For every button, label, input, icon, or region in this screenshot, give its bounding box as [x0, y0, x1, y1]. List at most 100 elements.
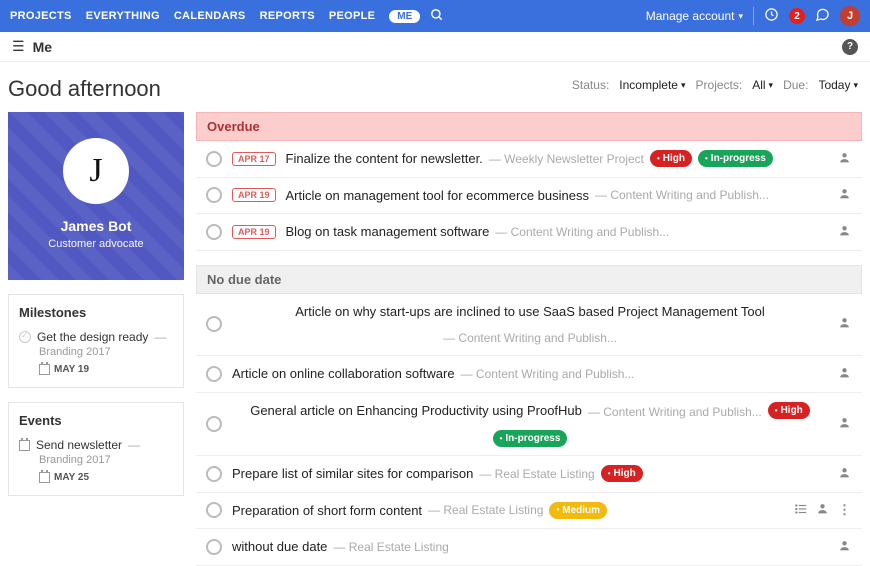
task-title: Prepare list of similar sites for compar… [232, 464, 473, 484]
task-due-pill: APR 19 [232, 225, 276, 239]
task-project: — Content Writing and Publish... [588, 403, 762, 421]
task-project: — Weekly Newsletter Project [489, 150, 644, 168]
nav-reports[interactable]: REPORTS [260, 10, 315, 22]
manage-account-dropdown[interactable]: Manage account▾ [646, 9, 743, 23]
assignee-icon[interactable] [838, 366, 852, 382]
task-checkbox[interactable] [206, 416, 222, 432]
filter-status-label: Status: [572, 78, 609, 92]
assignee-icon[interactable] [838, 466, 852, 482]
milestone-project: Branding 2017 [39, 346, 173, 358]
priority-medium-tag: Medium [549, 502, 607, 519]
task-project: — Content Writing and Publish... [461, 365, 635, 383]
menu-icon[interactable]: ☰ [12, 38, 25, 55]
assignee-icon[interactable] [816, 502, 830, 519]
profile-name: James Bot [18, 218, 174, 234]
nav-projects[interactable]: PROJECTS [10, 10, 72, 22]
nav-people[interactable]: PEOPLE [329, 10, 375, 22]
task-row[interactable]: APR 19 Article on management tool for ec… [196, 178, 862, 215]
nav-me-badge[interactable]: ME [389, 10, 420, 23]
event-item[interactable]: Send newsletter — Branding 2017 MAY 25 [19, 438, 173, 483]
milestone-date: MAY 19 [54, 364, 89, 375]
priority-high-tag: High [601, 465, 643, 482]
calendar-icon [39, 472, 50, 483]
task-row[interactable]: Article on why start-ups are inclined to… [196, 294, 862, 357]
task-due-pill: APR 19 [232, 188, 276, 202]
filter-due-label: Due: [783, 78, 808, 92]
nav-everything[interactable]: EVERYTHING [86, 10, 160, 22]
chevron-down-icon: ▾ [681, 80, 686, 91]
task-due-pill: APR 17 [232, 152, 276, 166]
task-row[interactable]: General article on Enhancing Productivit… [196, 393, 862, 457]
filter-status[interactable]: Incomplete▾ [619, 78, 685, 92]
task-row[interactable]: APR 19 Blog on task management software … [196, 214, 862, 251]
assignee-icon[interactable] [838, 187, 852, 203]
task-title: without due date [232, 537, 327, 557]
task-project: — Content Writing and Publish... [595, 186, 769, 204]
help-icon[interactable]: ? [842, 39, 858, 55]
notification-badge[interactable]: 2 [789, 8, 805, 24]
milestones-heading: Milestones [19, 305, 173, 320]
group-nodate-header: No due date [196, 265, 862, 294]
page-subheader: ☰ Me ? [0, 32, 870, 62]
milestone-title: Get the design ready [37, 330, 148, 344]
status-inprogress-tag: In-progress [698, 150, 773, 167]
user-avatar[interactable]: J [840, 6, 860, 26]
status-inprogress-tag: In-progress [493, 430, 568, 447]
milestone-item[interactable]: Get the design ready — Branding 2017 MAY… [19, 330, 173, 375]
task-checkbox[interactable] [206, 316, 222, 332]
profile-card: J James Bot Customer advocate [8, 112, 184, 280]
top-nav: PROJECTS EVERYTHING CALENDARS REPORTS PE… [0, 0, 870, 32]
milestones-section: Milestones Get the design ready — Brandi… [8, 294, 184, 388]
filter-bar: Status: Incomplete▾ Projects: All▾ Due: … [572, 78, 858, 92]
task-checkbox[interactable] [206, 466, 222, 482]
assignee-icon[interactable] [838, 416, 852, 432]
task-title: Finalize the content for newsletter. [286, 149, 483, 169]
event-project: Branding 2017 [39, 454, 173, 466]
task-checkbox[interactable] [206, 151, 222, 167]
nav-calendars[interactable]: CALENDARS [174, 10, 246, 22]
calendar-icon [39, 364, 50, 375]
profile-role: Customer advocate [18, 238, 174, 250]
task-project: — Real Estate Listing [479, 465, 594, 483]
filter-projects[interactable]: All▾ [752, 78, 773, 92]
calendar-icon [19, 440, 30, 451]
assignee-icon[interactable] [838, 151, 852, 167]
divider [753, 7, 754, 25]
more-icon[interactable]: ⋮ [838, 502, 852, 519]
filter-projects-label: Projects: [696, 78, 743, 92]
task-row[interactable]: without due date — Real Estate Listing [196, 529, 862, 566]
task-project: — Content Writing and Publish... [495, 223, 669, 241]
chat-icon[interactable] [815, 7, 830, 25]
task-checkbox[interactable] [206, 539, 222, 555]
assignee-icon[interactable] [838, 316, 852, 332]
profile-avatar: J [63, 138, 129, 204]
task-checkbox[interactable] [206, 366, 222, 382]
task-title: Article on online collaboration software [232, 364, 455, 384]
event-title: Send newsletter [36, 438, 122, 452]
chevron-down-icon: ▾ [769, 80, 774, 91]
filter-due[interactable]: Today▾ [818, 78, 858, 92]
priority-high-tag: High [650, 150, 692, 167]
chevron-down-icon: ▾ [853, 80, 858, 91]
events-heading: Events [19, 413, 173, 428]
page-title: Me [33, 39, 52, 55]
task-row[interactable]: APR 17 Finalize the content for newslett… [196, 141, 862, 178]
assignee-icon[interactable] [838, 224, 852, 240]
task-checkbox[interactable] [206, 502, 222, 518]
group-overdue-header: Overdue [196, 112, 862, 141]
task-project: — Content Writing and Publish... [443, 329, 617, 347]
priority-high-tag: High [768, 402, 810, 419]
assignee-icon[interactable] [838, 539, 852, 555]
list-icon[interactable] [794, 502, 808, 519]
task-row[interactable]: Prepare list of similar sites for compar… [196, 456, 862, 493]
search-icon[interactable] [430, 8, 444, 25]
event-date: MAY 25 [54, 472, 89, 483]
task-checkbox[interactable] [206, 224, 222, 240]
task-checkbox[interactable] [206, 187, 222, 203]
task-project: — Real Estate Listing [428, 501, 543, 519]
task-row[interactable]: Article on online collaboration software… [196, 356, 862, 393]
timer-icon[interactable] [764, 7, 779, 25]
task-project: — Real Estate Listing [333, 538, 448, 556]
task-title: Article on management tool for ecommerce… [286, 186, 589, 206]
task-title: General article on Enhancing Productivit… [250, 401, 582, 421]
